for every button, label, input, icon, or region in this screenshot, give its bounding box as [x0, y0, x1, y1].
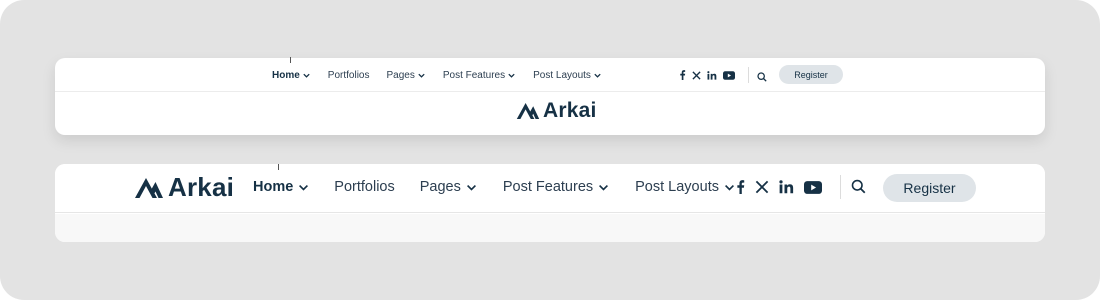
nav-item-label: Portfolios: [327, 69, 370, 81]
main-nav: Home Portfolios Pages Post Features Post…: [272, 58, 619, 92]
register-button[interactable]: Register: [883, 174, 976, 202]
nav-item-portfolios[interactable]: Portfolios: [328, 70, 370, 81]
divider: [840, 175, 841, 199]
logo[interactable]: Arkai: [134, 172, 234, 203]
main-nav: Home Portfolios Pages Post Features Post…: [253, 164, 761, 210]
search-icon[interactable]: [757, 69, 767, 87]
linkedin-icon[interactable]: [707, 70, 717, 80]
header-inline-card: Arkai Home Portfolios Pages Post Feature…: [55, 164, 1045, 242]
header-bar: Arkai Home Portfolios Pages Post Feature…: [55, 164, 1045, 213]
chevron-down-icon: [508, 73, 515, 78]
chevron-down-icon: [418, 73, 425, 78]
logo-mark-icon: [516, 103, 540, 119]
nav-item-home[interactable]: Home: [272, 70, 311, 81]
nav-item-label: Post Layouts: [533, 69, 591, 81]
nav-item-label: Pages: [419, 179, 461, 195]
nav-item-label: Post Layouts: [635, 179, 719, 195]
nav-item-post-features[interactable]: Post Features: [443, 70, 516, 81]
linkedin-icon[interactable]: [779, 180, 794, 194]
nav-item-label: Post Features: [502, 179, 594, 195]
youtube-icon[interactable]: [804, 180, 822, 194]
chevron-down-icon: [599, 184, 609, 191]
nav-item-post-features[interactable]: Post Features: [503, 179, 610, 195]
nav-item-home[interactable]: Home: [253, 179, 310, 195]
facebook-icon[interactable]: [679, 70, 686, 80]
facebook-icon[interactable]: [736, 180, 745, 194]
logo[interactable]: Arkai: [516, 99, 597, 123]
social-links: [679, 58, 741, 92]
nav-item-label: Home: [272, 69, 300, 81]
chevron-down-icon: [724, 184, 734, 191]
chevron-down-icon: [299, 184, 309, 191]
nav-item-pages[interactable]: Pages: [420, 179, 478, 195]
logo-text: Arkai: [543, 99, 597, 122]
header-stacked-card: Home Portfolios Pages Post Features Post…: [55, 57, 1045, 135]
chevron-down-icon: [466, 184, 476, 191]
nav-item-post-layouts[interactable]: Post Layouts: [533, 70, 602, 81]
chevron-down-icon: [594, 73, 601, 78]
youtube-icon[interactable]: [723, 70, 735, 80]
nav-item-portfolios[interactable]: Portfolios: [334, 179, 394, 195]
header-top-bar: Home Portfolios Pages Post Features Post…: [55, 57, 1045, 92]
logo-mark-icon: [135, 177, 163, 198]
logo-text: Arkai: [168, 172, 235, 202]
register-button[interactable]: Register: [779, 65, 843, 84]
nav-item-label: Pages: [386, 69, 415, 81]
content-area: [55, 214, 1045, 242]
x-twitter-icon[interactable]: [692, 70, 701, 80]
divider: [748, 67, 749, 83]
nav-item-label: Portfolios: [334, 179, 395, 195]
preview-frame: Home Portfolios Pages Post Features Post…: [0, 0, 1100, 300]
search-icon[interactable]: [851, 179, 866, 199]
social-links: [736, 164, 832, 210]
nav-item-label: Post Features: [442, 69, 506, 81]
nav-item-post-layouts[interactable]: Post Layouts: [635, 179, 736, 195]
nav-item-pages[interactable]: Pages: [386, 70, 425, 81]
x-twitter-icon[interactable]: [755, 180, 769, 194]
chevron-down-icon: [303, 73, 310, 78]
nav-item-label: Home: [253, 179, 294, 195]
